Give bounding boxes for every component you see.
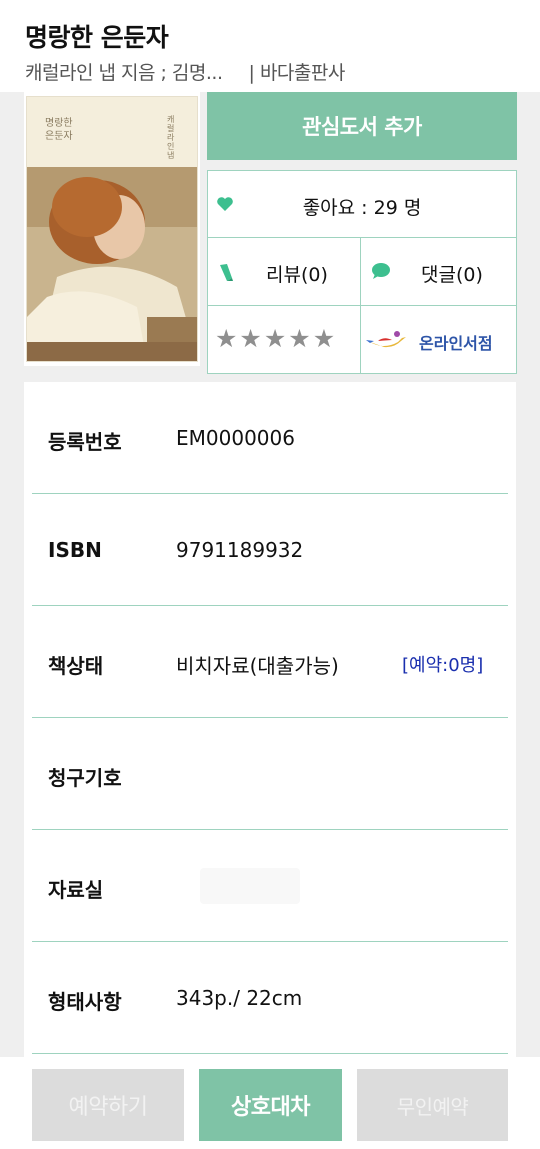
add-interest-button[interactable]: 관심도서 추가: [207, 92, 517, 160]
detail-row-status: 책상태 비치자료(대출가능) [예약:0명]: [32, 606, 508, 718]
book-title: 명랑한 은둔자: [25, 23, 169, 52]
detail-row-isbn: ISBN 9791189932: [32, 494, 508, 606]
online-bookstore-button[interactable]: 온라인서점: [361, 306, 516, 373]
cover-painting: [27, 167, 197, 361]
like-button[interactable]: 좋아요 : 29 명: [208, 171, 516, 238]
reserve-button[interactable]: 예약하기: [32, 1069, 184, 1141]
detail-key: 자료실: [48, 878, 104, 902]
book-header: 명랑한 은둔자 캐럴라인 냅 지음 ; 김명... | 바다출판사: [0, 0, 540, 92]
detail-value: 비치자료(대출가능): [176, 654, 339, 678]
book-cover: 명랑한 은둔자 캐럴라인냅: [24, 92, 200, 366]
speech-bubble-icon: [371, 262, 391, 280]
action-grid: 좋아요 : 29 명 리뷰(0) 댓글(0) ★ ★ ★ ★ ★ 온라인서점: [207, 170, 517, 374]
star-icon[interactable]: ★: [264, 326, 286, 351]
pencil-icon: [217, 262, 235, 282]
online-bookstore-label: 온라인서점: [419, 334, 493, 353]
rating-stars[interactable]: ★ ★ ★ ★ ★: [208, 306, 361, 373]
comment-button[interactable]: 댓글(0): [361, 238, 516, 306]
star-icon[interactable]: ★: [215, 326, 237, 351]
book-details: 등록번호 EM0000006 ISBN 9791189932 책상태 비치자료(…: [24, 382, 516, 1149]
review-label: 리뷰(0): [266, 264, 328, 286]
star-icon[interactable]: ★: [313, 326, 335, 351]
detail-row-physical: 형태사항 343p./ 22cm: [32, 942, 508, 1054]
detail-key: 형태사항: [48, 990, 122, 1014]
detail-value: 9791189932: [176, 538, 304, 562]
reservation-count-link[interactable]: [예약:0명]: [402, 651, 483, 677]
detail-row-call-number: 청구기호: [32, 718, 508, 830]
book-publisher: | 바다출판사: [248, 62, 346, 84]
detail-key: 책상태: [48, 654, 104, 678]
book-subtitle: 캐럴라인 냅 지음 ; 김명... | 바다출판사: [25, 58, 345, 85]
redacted-value: [200, 868, 300, 904]
like-count-label: 좋아요 : 29 명: [302, 197, 422, 219]
interlibrary-loan-button[interactable]: 상호대차: [199, 1069, 342, 1141]
magic-lamp-icon: [364, 328, 408, 352]
book-authors: 캐럴라인 냅 지음 ; 김명...: [25, 62, 223, 84]
detail-value: EM0000006: [176, 426, 295, 450]
detail-value: 343p./ 22cm: [176, 986, 303, 1010]
star-icon[interactable]: ★: [239, 326, 261, 351]
detail-key: 등록번호: [48, 430, 122, 454]
detail-row-registration: 등록번호 EM0000006: [32, 382, 508, 494]
detail-row-location: 자료실: [32, 830, 508, 942]
cover-image: 명랑한 은둔자 캐럴라인냅: [26, 96, 198, 362]
cover-title: 명랑한 은둔자: [45, 118, 73, 142]
bottom-action-bar: 예약하기 상호대차 무인예약: [0, 1057, 540, 1149]
detail-key: ISBN: [48, 538, 102, 562]
detail-key: 청구기호: [48, 766, 122, 790]
cover-spine-text: 캐럴라인냅: [167, 115, 175, 160]
review-button[interactable]: 리뷰(0): [208, 238, 361, 306]
unmanned-reserve-button[interactable]: 무인예약: [357, 1069, 508, 1141]
star-icon[interactable]: ★: [288, 326, 310, 351]
comment-label: 댓글(0): [421, 264, 483, 286]
